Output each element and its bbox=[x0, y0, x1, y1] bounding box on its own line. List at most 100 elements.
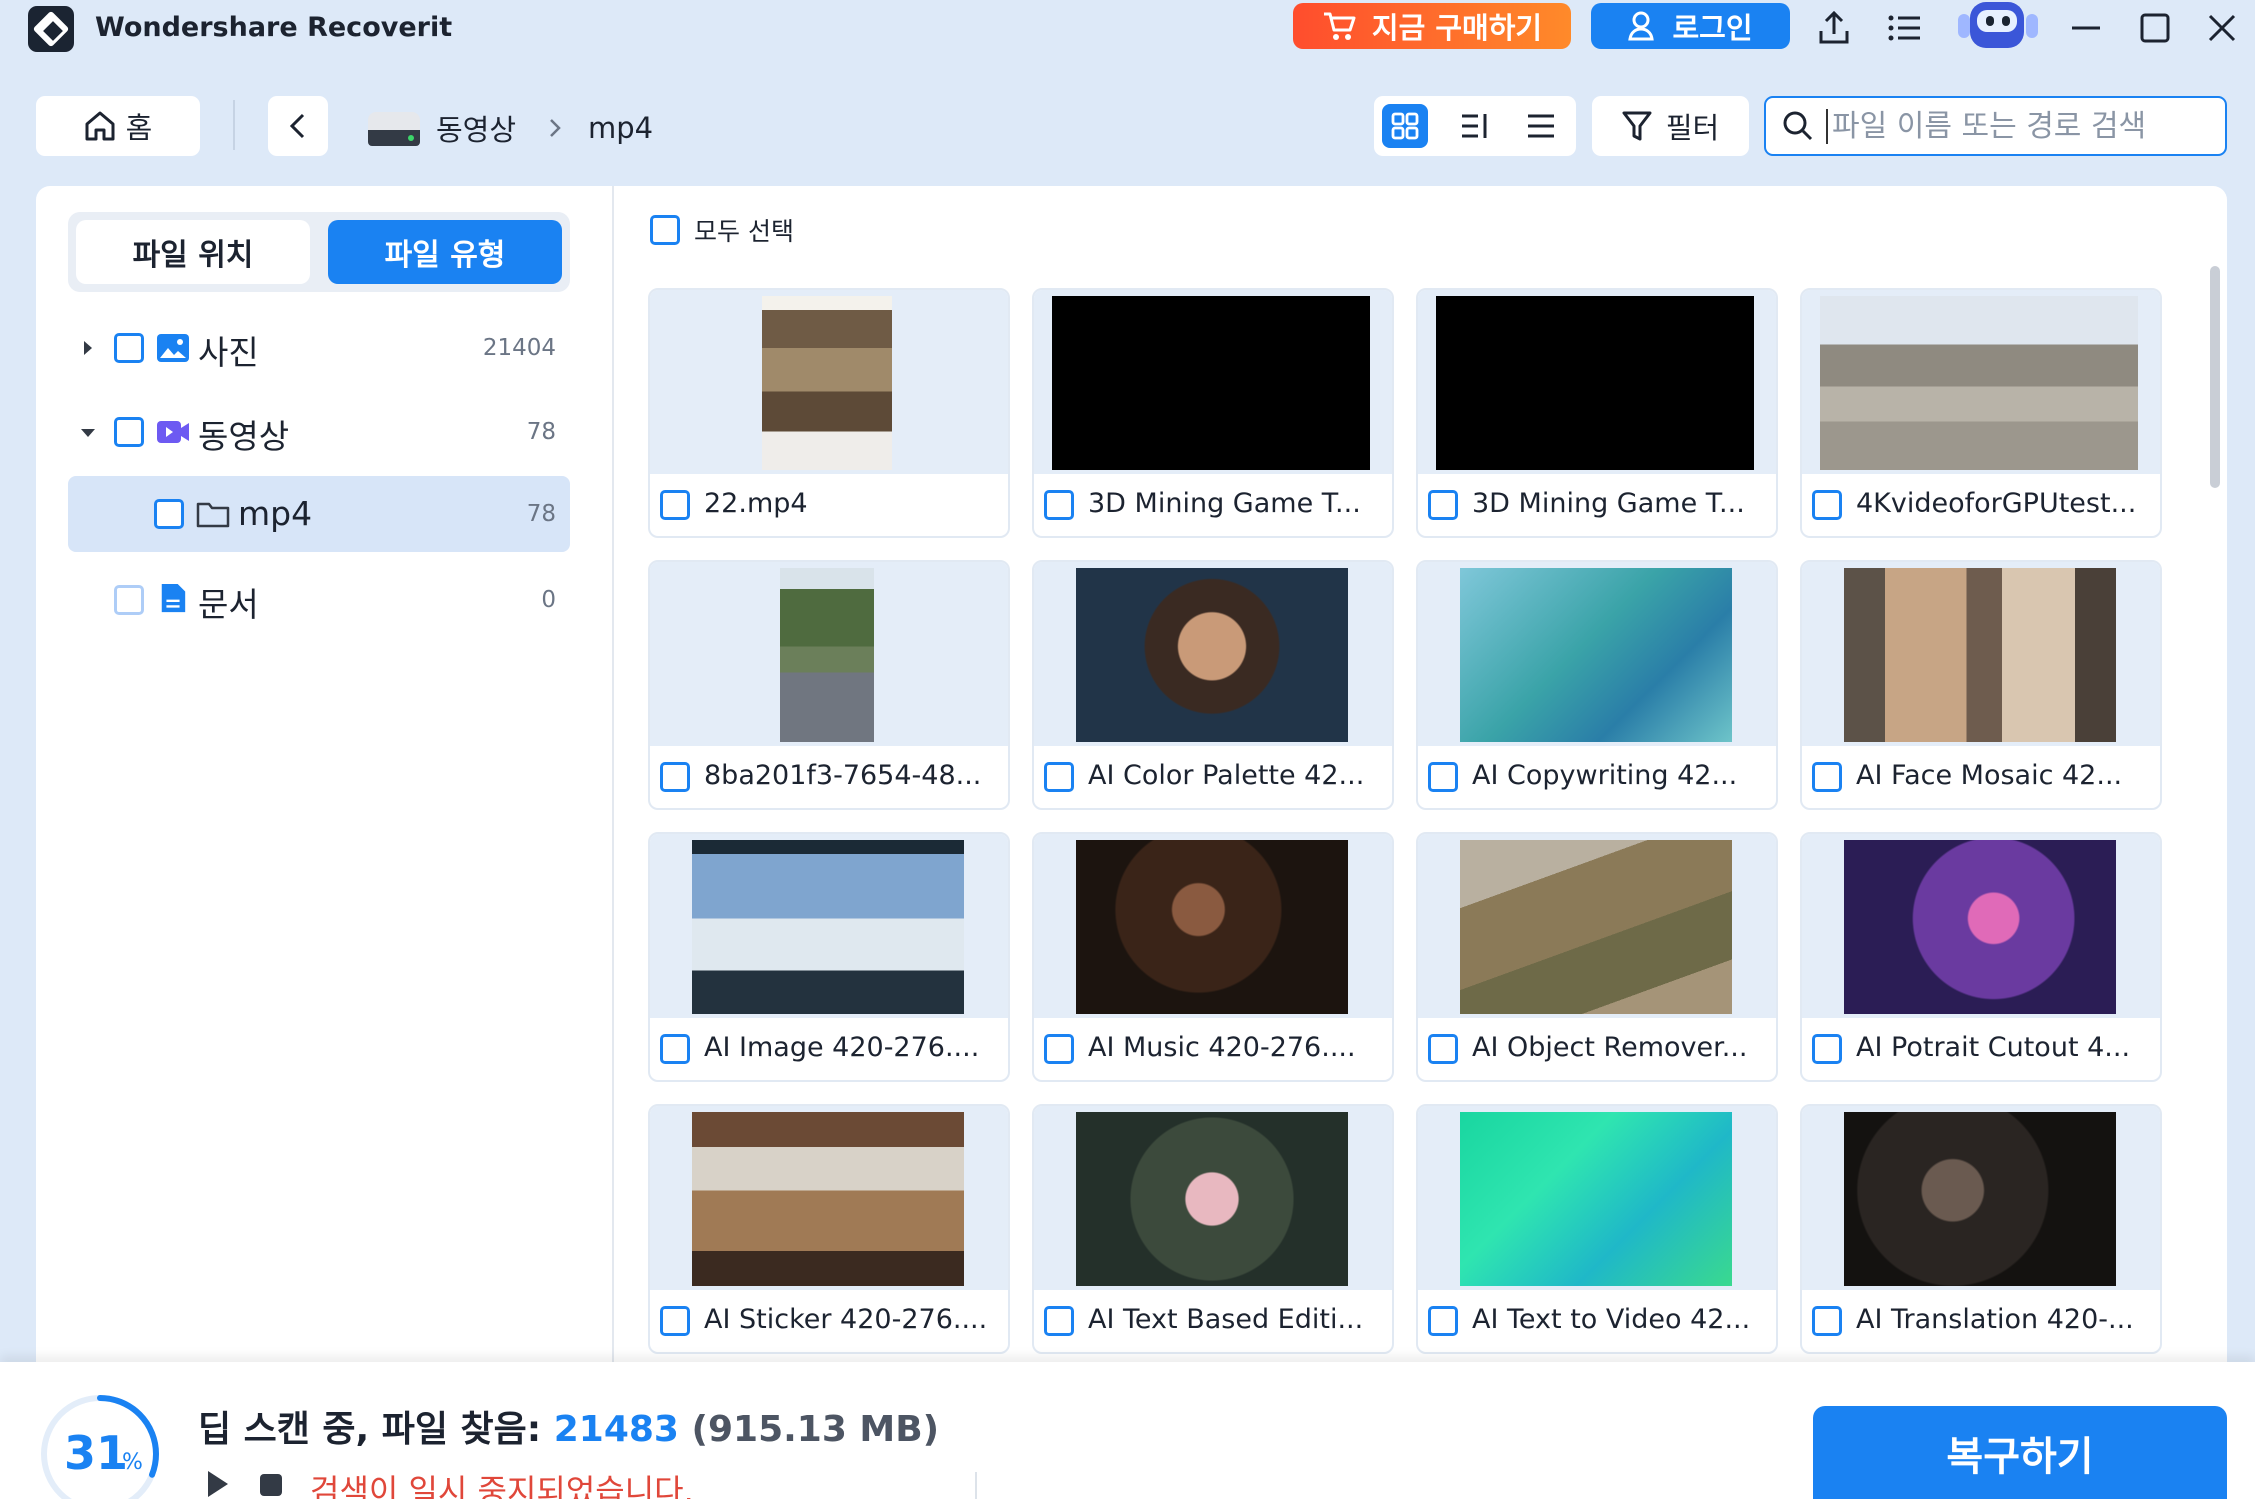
file-card[interactable]: AI Translation 420-... bbox=[1800, 1104, 2162, 1354]
checkbox-mp4[interactable] bbox=[154, 499, 184, 529]
video-thumbnail bbox=[692, 840, 964, 1014]
file-checkbox[interactable] bbox=[1428, 1034, 1458, 1064]
file-card[interactable]: AI Potrait Cutout 4... bbox=[1800, 832, 2162, 1082]
resume-icon[interactable] bbox=[208, 1471, 228, 1497]
found-count: 21483 bbox=[553, 1409, 679, 1450]
file-card[interactable]: AI Object Remover... bbox=[1416, 832, 1778, 1082]
chevron-left-icon bbox=[289, 113, 305, 139]
select-all-checkbox[interactable] bbox=[650, 215, 680, 245]
ai-assistant-icon[interactable] bbox=[1946, 0, 2042, 52]
file-checkbox[interactable] bbox=[1812, 1034, 1842, 1064]
caret-right-icon[interactable] bbox=[83, 340, 93, 356]
tree-count: 0 bbox=[541, 587, 556, 613]
sidebar-tab-switch: 파일 위치 파일 유형 bbox=[68, 212, 570, 292]
tree-item-documents[interactable]: 문서 0 bbox=[68, 562, 570, 638]
file-name: 3D Mining Game T... bbox=[1088, 488, 1361, 519]
menu-list-icon[interactable] bbox=[1882, 6, 1926, 50]
file-checkbox[interactable] bbox=[660, 490, 690, 520]
folder-icon bbox=[196, 502, 230, 528]
file-card[interactable]: 22.mp4 bbox=[648, 288, 1010, 538]
home-icon bbox=[85, 111, 115, 141]
grid-view-icon[interactable] bbox=[1382, 104, 1428, 148]
tree-label: 사진 bbox=[198, 333, 259, 372]
video-thumbnail bbox=[1460, 1112, 1732, 1286]
file-card[interactable]: AI Sticker 420-276.... bbox=[648, 1104, 1010, 1354]
file-checkbox[interactable] bbox=[660, 1034, 690, 1064]
checkbox-documents[interactable] bbox=[114, 585, 144, 615]
file-checkbox[interactable] bbox=[1044, 762, 1074, 792]
scan-status: 딥 스캔 중, 파일 찾음: 21483 (915.13 MB) bbox=[198, 1400, 939, 1452]
tree-count: 78 bbox=[526, 419, 556, 445]
video-thumbnail bbox=[1460, 568, 1732, 742]
user-icon bbox=[1628, 11, 1655, 41]
file-card[interactable]: AI Text to Video 42... bbox=[1416, 1104, 1778, 1354]
file-name: 4KvideoforGPUtest... bbox=[1856, 488, 2137, 519]
found-size: (915.13 MB) bbox=[691, 1409, 940, 1450]
file-name: 22.mp4 bbox=[704, 488, 808, 519]
file-checkbox[interactable] bbox=[1428, 1306, 1458, 1336]
breadcrumb-mp4[interactable]: mp4 bbox=[588, 104, 653, 152]
file-card[interactable]: AI Color Palette 42... bbox=[1032, 560, 1394, 810]
buy-now-label: 지금 구매하기 bbox=[1371, 11, 1543, 45]
caret-down-icon[interactable] bbox=[80, 428, 96, 438]
file-card[interactable]: 3D Mining Game T... bbox=[1416, 288, 1778, 538]
file-name: AI Text to Video 42... bbox=[1472, 1304, 1751, 1335]
detail-view-icon[interactable] bbox=[1452, 104, 1498, 148]
select-all[interactable]: 모두 선택 bbox=[650, 212, 794, 248]
file-card[interactable]: AI Image 420-276.... bbox=[648, 832, 1010, 1082]
file-checkbox[interactable] bbox=[1812, 762, 1842, 792]
tree-count: 21404 bbox=[482, 335, 556, 361]
image-icon bbox=[157, 334, 189, 362]
minimize-icon[interactable] bbox=[2064, 6, 2108, 50]
share-icon[interactable] bbox=[1812, 6, 1856, 50]
file-checkbox[interactable] bbox=[1428, 490, 1458, 520]
close-icon[interactable] bbox=[2200, 6, 2244, 50]
file-checkbox[interactable] bbox=[660, 1306, 690, 1336]
filter-button[interactable]: 필터 bbox=[1592, 96, 1749, 156]
file-name: AI Translation 420-... bbox=[1856, 1304, 2134, 1335]
file-checkbox[interactable] bbox=[1812, 490, 1842, 520]
file-checkbox[interactable] bbox=[660, 762, 690, 792]
file-checkbox[interactable] bbox=[1428, 762, 1458, 792]
checkbox-videos[interactable] bbox=[114, 417, 144, 447]
file-checkbox[interactable] bbox=[1044, 1306, 1074, 1336]
tree-label: 동영상 bbox=[198, 417, 290, 456]
search-input[interactable] bbox=[1826, 108, 2206, 144]
maximize-icon[interactable] bbox=[2133, 6, 2177, 50]
breadcrumb-separator-icon bbox=[548, 104, 562, 152]
tree-item-photos[interactable]: 사진 21404 bbox=[68, 310, 570, 386]
cart-icon bbox=[1323, 12, 1356, 40]
file-card[interactable]: 3D Mining Game T... bbox=[1032, 288, 1394, 538]
file-name: AI Copywriting 42... bbox=[1472, 760, 1738, 791]
tree-item-videos[interactable]: 동영상 78 bbox=[68, 394, 570, 470]
file-checkbox[interactable] bbox=[1044, 1034, 1074, 1064]
stop-icon[interactable] bbox=[260, 1474, 282, 1496]
list-view-icon[interactable] bbox=[1518, 104, 1564, 148]
tab-file-location[interactable]: 파일 위치 bbox=[76, 220, 310, 284]
checkbox-photos[interactable] bbox=[114, 333, 144, 363]
file-card[interactable]: AI Text Based Editi... bbox=[1032, 1104, 1394, 1354]
file-checkbox[interactable] bbox=[1812, 1306, 1842, 1336]
tab-file-type[interactable]: 파일 유형 bbox=[328, 220, 562, 284]
file-card[interactable]: AI Copywriting 42... bbox=[1416, 560, 1778, 810]
tree-item-mp4[interactable]: mp4 78 bbox=[68, 476, 570, 552]
file-name: AI Music 420-276.... bbox=[1088, 1032, 1356, 1063]
file-name: AI Sticker 420-276.... bbox=[704, 1304, 988, 1335]
file-name: AI Face Mosaic 42... bbox=[1856, 760, 2123, 791]
login-button[interactable]: 로그인 bbox=[1591, 3, 1790, 49]
video-thumbnail bbox=[1844, 568, 2116, 742]
breadcrumb-videos[interactable]: 동영상 bbox=[436, 104, 516, 152]
recover-button[interactable]: 복구하기 bbox=[1813, 1406, 2227, 1499]
file-card[interactable]: 4KvideoforGPUtest... bbox=[1800, 288, 2162, 538]
file-card[interactable]: 8ba201f3-7654-48... bbox=[648, 560, 1010, 810]
sidebar-divider bbox=[612, 186, 614, 1366]
file-card[interactable]: AI Music 420-276.... bbox=[1032, 832, 1394, 1082]
back-button[interactable] bbox=[268, 96, 328, 156]
file-card[interactable]: AI Face Mosaic 42... bbox=[1800, 560, 2162, 810]
file-checkbox[interactable] bbox=[1044, 490, 1074, 520]
scrollbar-thumb[interactable] bbox=[2210, 266, 2220, 488]
video-thumbnail bbox=[1844, 840, 2116, 1014]
file-name: 8ba201f3-7654-48... bbox=[704, 760, 982, 791]
buy-now-button[interactable]: 지금 구매하기 bbox=[1293, 3, 1571, 49]
home-button[interactable]: 홈 bbox=[36, 96, 200, 156]
